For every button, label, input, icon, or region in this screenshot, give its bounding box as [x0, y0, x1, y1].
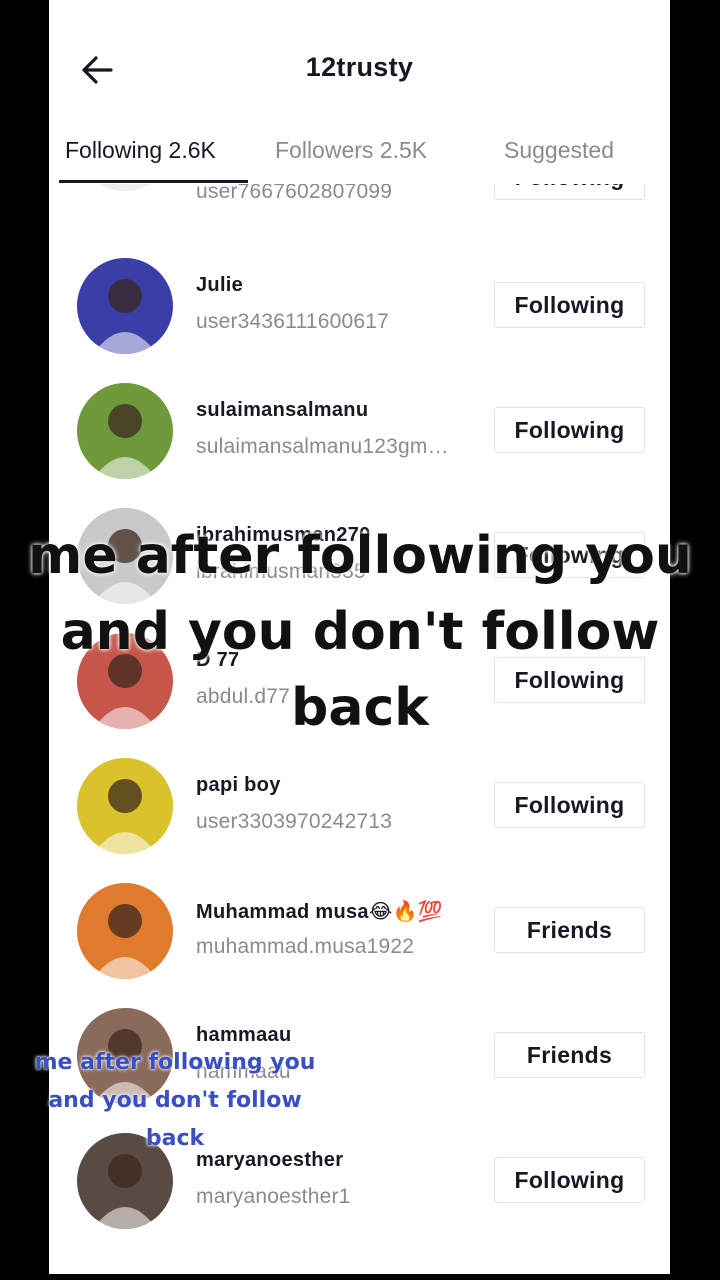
- list-item[interactable]: Muhammad musa😂🔥💯 muhammad.musa1922 Friends: [49, 879, 670, 1004]
- page-title: 12trusty: [305, 52, 414, 82]
- friends-button[interactable]: Friends: [494, 907, 645, 953]
- user-display-name: Julie: [196, 274, 244, 296]
- list-item[interactable]: Julie user3436111600617 Following: [49, 254, 670, 379]
- small-video-caption: me after following you and you don't fol…: [0, 1044, 350, 1158]
- user-handle: user3436111600617: [196, 310, 389, 333]
- user-display-name: Muhammad musa😂🔥💯: [196, 901, 443, 923]
- following-button[interactable]: Following: [494, 1157, 645, 1203]
- caption-line: and you don't follow: [60, 602, 660, 662]
- list-item[interactable]: papi boy user3303970242713 Following: [49, 754, 670, 879]
- header: 12trusty: [49, 0, 670, 120]
- active-tab-indicator: [59, 180, 248, 183]
- video-caption: me after following you and you don't fol…: [0, 518, 720, 746]
- tab-suggested[interactable]: Suggested: [504, 137, 614, 164]
- caption-line: and you don't follow: [48, 1088, 302, 1113]
- caption-line: back: [145, 1126, 205, 1151]
- tab-following[interactable]: Following 2.6K: [65, 137, 216, 164]
- avatar[interactable]: [77, 383, 173, 479]
- avatar[interactable]: [77, 883, 173, 979]
- following-button[interactable]: Following: [494, 282, 645, 328]
- user-handle: muhammad.musa1922: [196, 935, 415, 958]
- avatar[interactable]: [77, 758, 173, 854]
- list-item[interactable]: sulaimansalmanu sulaimansalmanu123gm… Foll…: [49, 379, 670, 504]
- user-display-name: papi boy: [196, 774, 281, 796]
- tab-bar: Following 2.6K Followers 2.5K Suggested: [49, 120, 670, 184]
- caption-line: me after following you: [28, 526, 692, 586]
- following-button[interactable]: Following: [494, 407, 645, 453]
- tab-followers[interactable]: Followers 2.5K: [275, 137, 427, 164]
- user-handle: sulaimansalmanu123gm…: [196, 435, 449, 458]
- user-handle: maryanoesther1: [196, 1185, 351, 1208]
- following-button[interactable]: Following: [494, 782, 645, 828]
- friends-button[interactable]: Friends: [494, 1032, 645, 1078]
- user-display-name: sulaimansalmanu: [196, 399, 369, 421]
- caption-line: back: [291, 678, 429, 738]
- user-handle: user3303970242713: [196, 810, 393, 833]
- caption-line: me after following you: [34, 1050, 316, 1075]
- avatar[interactable]: [77, 258, 173, 354]
